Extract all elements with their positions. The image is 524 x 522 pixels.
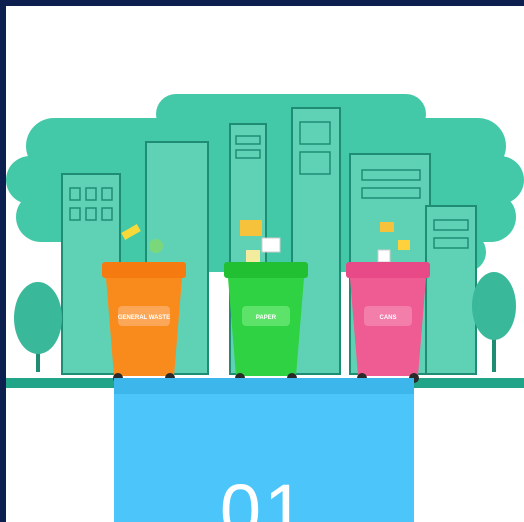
page-frame: GENERAL WASTE PAPER CANS 01 <box>0 0 524 522</box>
bin-cans <box>346 262 430 383</box>
recycling-illustration: GENERAL WASTE PAPER CANS <box>6 94 524 388</box>
bin-general-waste <box>102 262 186 383</box>
bin-label-cans: CANS <box>379 315 396 321</box>
bin-label-general-waste: GENERAL WASTE <box>118 315 170 321</box>
step-number: 01 <box>219 469 309 522</box>
bin-paper <box>224 262 308 383</box>
bin-label-paper: PAPER <box>256 315 277 321</box>
step-number-tab: 01 <box>114 378 414 522</box>
step-card[interactable]: GENERAL WASTE PAPER CANS 01 <box>6 6 524 522</box>
